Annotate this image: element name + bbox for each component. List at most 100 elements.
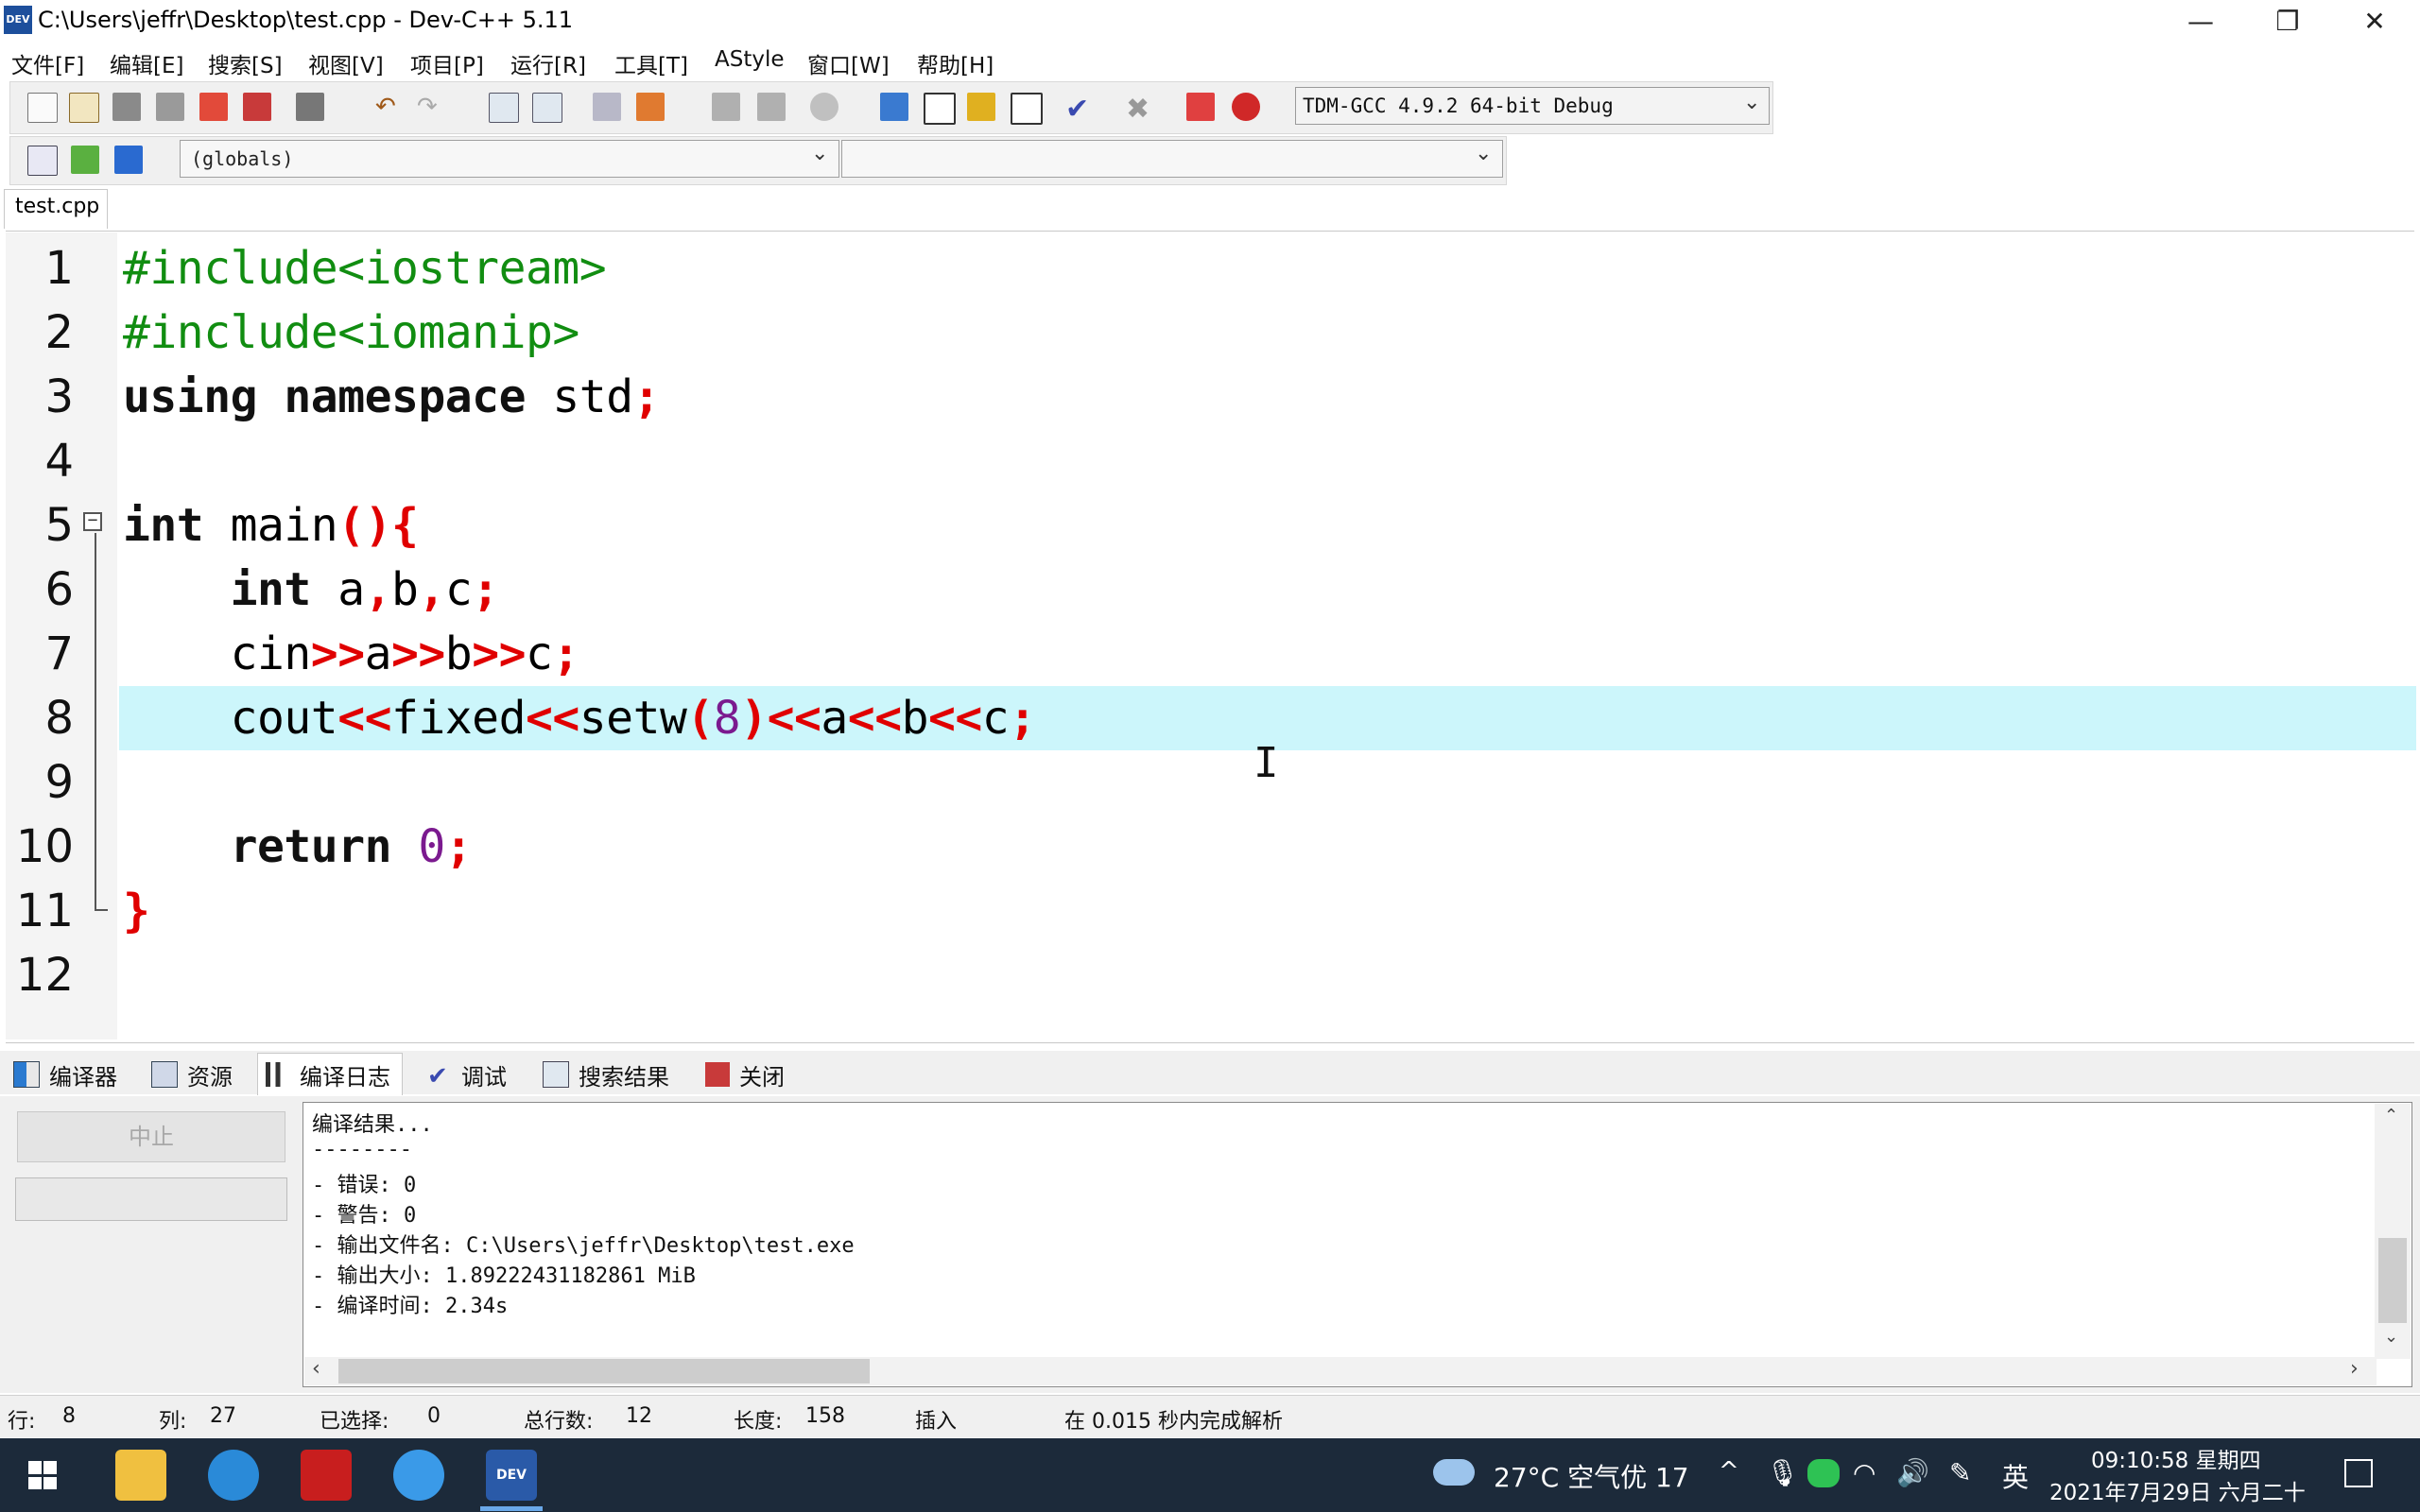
text-cursor-icon: I (1253, 739, 1279, 787)
close-all-icon[interactable] (243, 93, 271, 121)
tab-debug[interactable]: ✔ 调试 (427, 1057, 507, 1092)
compile-run-icon[interactable] (967, 93, 995, 121)
redo-icon[interactable]: ↷ (417, 93, 445, 121)
notification-center-icon[interactable] (2344, 1459, 2373, 1487)
rebuild-all-icon[interactable] (1011, 93, 1043, 125)
log-line: - 输出大小: 1.89222431182861 MiB (312, 1264, 696, 1288)
menu-search[interactable]: 搜索[S] (208, 47, 283, 79)
minimize-button[interactable]: — (2157, 0, 2244, 42)
status-row-label: 行: (8, 1410, 36, 1434)
close-icon (705, 1062, 730, 1087)
thunderbird-icon[interactable] (393, 1450, 444, 1501)
chevron-down-icon[interactable]: ⌄ (1743, 91, 1760, 114)
code-token: b (901, 692, 929, 745)
unindent-icon[interactable] (636, 93, 665, 121)
fold-toggle-icon[interactable]: − (83, 512, 102, 531)
code-token: cout (230, 692, 338, 745)
code-line-7: cin>>a>>b>>c; (123, 627, 580, 680)
find-icon[interactable] (489, 93, 519, 123)
weather-text[interactable]: 27°C 空气优 17 (1494, 1457, 1689, 1495)
fold-guide (95, 533, 96, 911)
tab-search-results[interactable]: 搜索结果 (543, 1057, 669, 1092)
back-icon[interactable] (712, 93, 740, 121)
toggle-bookmark-icon[interactable] (114, 146, 143, 174)
tray-show-hidden-icon[interactable]: ^ (1719, 1457, 1739, 1486)
menu-run[interactable]: 运行[R] (510, 47, 586, 79)
new-file-icon[interactable] (27, 93, 58, 123)
bar-chart-icon (266, 1062, 290, 1087)
devcpp-taskbar-icon[interactable]: DEV (486, 1450, 537, 1501)
stop-execution-icon[interactable]: ✖ (1126, 93, 1154, 126)
menu-help[interactable]: 帮助[H] (917, 47, 994, 79)
edge-browser-icon[interactable] (208, 1450, 259, 1501)
save-all-icon[interactable] (156, 93, 184, 121)
close-window-button[interactable]: ✕ (2331, 0, 2418, 42)
status-length-value: 158 (805, 1404, 845, 1428)
chevron-down-icon[interactable]: ⌄ (1475, 142, 1492, 165)
abort-button[interactable]: 中止 (17, 1111, 285, 1162)
clock-time[interactable]: 09:10:58 星期四 (2091, 1442, 2261, 1474)
close-file-icon[interactable] (199, 93, 228, 121)
microphone-icon[interactable]: 🎙 (1766, 1457, 1800, 1488)
tab-resources[interactable]: 资源 (151, 1057, 233, 1092)
goto-bookmark-icon[interactable] (71, 146, 99, 174)
code-token: ; (1009, 692, 1036, 745)
insert-icon[interactable] (27, 146, 58, 176)
syntax-check-icon[interactable]: ✔ (1065, 93, 1094, 126)
acrobat-icon[interactable] (301, 1450, 352, 1501)
start-windows-icon-divider (28, 1474, 57, 1477)
compile-progress-bar (15, 1177, 287, 1221)
code-token: cin (230, 627, 312, 680)
indent-icon[interactable] (593, 93, 621, 121)
pen-icon[interactable]: ✎ (1949, 1457, 1971, 1488)
compile-icon[interactable] (880, 93, 908, 121)
code-token: 8 (713, 692, 741, 745)
profile-icon[interactable] (1186, 93, 1215, 121)
tab-close[interactable]: 关闭 (705, 1057, 785, 1092)
code-token: 0 (418, 820, 445, 873)
scroll-up-icon[interactable]: ⌃ (2384, 1106, 2398, 1125)
tab-label: 资源 (187, 1063, 233, 1091)
delete-profile-icon[interactable] (1232, 93, 1260, 121)
menu-view[interactable]: 视图[V] (308, 47, 384, 79)
menu-project[interactable]: 项目[P] (410, 47, 484, 79)
toggle-bookmark-icon[interactable] (810, 93, 838, 121)
line-number: 6 (44, 563, 74, 616)
menu-astyle[interactable]: AStyle (715, 47, 785, 72)
status-row-value: 8 (62, 1404, 76, 1428)
member-combo[interactable] (841, 140, 1503, 178)
chevron-down-icon[interactable]: ⌄ (811, 142, 828, 165)
scroll-left-icon[interactable]: ‹ (312, 1357, 320, 1381)
menu-edit[interactable]: 编辑[E] (110, 47, 183, 79)
file-explorer-icon[interactable] (115, 1450, 166, 1501)
scroll-right-icon[interactable]: › (2350, 1357, 2359, 1381)
log-vertical-scroll-thumb[interactable] (2378, 1238, 2407, 1323)
print-icon[interactable] (296, 93, 324, 121)
log-horizontal-scroll-thumb[interactable] (338, 1359, 870, 1383)
code-token: b (391, 563, 419, 616)
line-number: 2 (44, 306, 74, 359)
wechat-icon[interactable] (1807, 1459, 1840, 1487)
window-title: C:\Users\jeffr\Desktop\test.cpp - Dev-C+… (38, 7, 574, 33)
menu-file[interactable]: 文件[F] (11, 47, 84, 79)
clock-date[interactable]: 2021年7月29日 六月二十 (2049, 1474, 2306, 1506)
volume-icon[interactable]: 🔊 (1896, 1457, 1929, 1488)
forward-icon[interactable] (757, 93, 786, 121)
open-file-icon[interactable] (69, 93, 99, 123)
ime-language-indicator[interactable]: 英 (2002, 1457, 2029, 1495)
replace-icon[interactable] (532, 93, 562, 123)
run-icon[interactable] (924, 93, 956, 125)
undo-icon[interactable]: ↶ (375, 93, 404, 121)
save-icon[interactable] (112, 93, 141, 121)
tab-compiler[interactable]: 编译器 (13, 1057, 117, 1092)
maximize-button[interactable]: ❐ (2244, 0, 2331, 42)
tab-compile-log[interactable]: 编译日志 (257, 1053, 403, 1095)
scroll-down-icon[interactable]: ⌄ (2384, 1327, 2398, 1347)
code-token: int (123, 499, 204, 552)
menu-window[interactable]: 窗口[W] (807, 47, 890, 79)
menu-tools[interactable]: 工具[T] (614, 47, 688, 79)
resource-icon (151, 1061, 178, 1088)
wifi-icon[interactable]: ◠ (1853, 1457, 1876, 1488)
weather-cloud-icon (1433, 1459, 1475, 1486)
code-token: ; (444, 820, 473, 873)
